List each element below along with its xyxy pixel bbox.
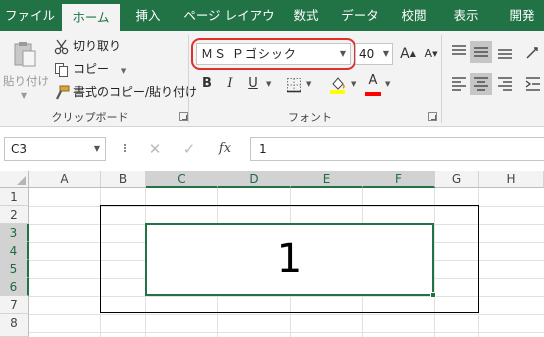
- row-header-3[interactable]: 3: [0, 224, 29, 242]
- down-arrow-icon: ▼: [432, 50, 438, 58]
- group-divider: [441, 35, 442, 123]
- chevron-down-icon[interactable]: ▼: [306, 80, 311, 88]
- confirm-icon[interactable]: ✓: [176, 137, 202, 161]
- column-header-a[interactable]: A: [29, 171, 101, 188]
- fill-color-icon[interactable]: [329, 75, 347, 95]
- format-painter-icon: [56, 85, 70, 99]
- chevron-down-icon[interactable]: ▼: [266, 80, 271, 88]
- column-header-e[interactable]: E: [291, 171, 363, 188]
- align-left-icon[interactable]: [450, 75, 468, 93]
- formula-value: 1: [259, 142, 267, 156]
- row-header-5[interactable]: 5: [0, 260, 29, 278]
- cancel-icon[interactable]: ✕: [142, 137, 168, 161]
- tab-data[interactable]: データ: [334, 0, 386, 31]
- indent-icon[interactable]: [524, 75, 542, 93]
- font-color-glyph: A: [368, 73, 378, 88]
- format-painter-label: 書式のコピー/貼り付け: [73, 85, 198, 99]
- row-header-6[interactable]: 6: [0, 278, 29, 296]
- formula-input[interactable]: 1: [250, 137, 544, 161]
- paste-label: 貼り付け: [3, 74, 49, 88]
- gridline: [29, 332, 544, 333]
- tab-review[interactable]: 校閲: [392, 0, 436, 31]
- clipboard-launcher-icon[interactable]: [179, 112, 188, 121]
- row-header-8[interactable]: 8: [0, 314, 29, 337]
- orientation-icon[interactable]: [524, 43, 542, 61]
- resize-handle-icon[interactable]: [124, 143, 128, 155]
- row-header-4[interactable]: 4: [0, 242, 29, 260]
- font-launcher-icon[interactable]: [428, 112, 437, 121]
- tab-insert[interactable]: 挿入: [124, 0, 172, 31]
- align-middle-button[interactable]: [470, 41, 492, 63]
- font-color-swatch: [365, 92, 381, 96]
- tab-home[interactable]: ホーム: [62, 4, 120, 31]
- row-header-1[interactable]: 1: [0, 188, 29, 206]
- insert-function-button[interactable]: fx: [212, 137, 238, 161]
- tab-page-layout[interactable]: ページ レイアウト: [178, 0, 280, 54]
- cut-button[interactable]: 切り取り: [54, 36, 121, 56]
- font-color-button[interactable]: A: [362, 71, 384, 91]
- chevron-down-icon[interactable]: ▼: [121, 67, 126, 75]
- row-header-2[interactable]: 2: [0, 206, 29, 224]
- align-middle-icon: [474, 47, 488, 57]
- border-icon[interactable]: [286, 77, 302, 93]
- align-bottom-icon[interactable]: [496, 43, 514, 61]
- worksheet-grid: A B C D E F G H 1 2 3 4 5 6 7 8 1: [0, 171, 544, 337]
- grow-font-glyph: A: [400, 46, 410, 62]
- bold-button[interactable]: B: [196, 73, 218, 95]
- font-size-combobox[interactable]: 40 ▼: [355, 43, 393, 65]
- row-header-7[interactable]: 7: [0, 296, 29, 314]
- gridline: [29, 314, 544, 315]
- shrink-font-button[interactable]: A▼: [420, 43, 442, 65]
- chevron-down-icon[interactable]: ▼: [351, 80, 356, 88]
- tab-file[interactable]: ファイル: [0, 0, 60, 31]
- align-top-icon[interactable]: [450, 43, 468, 61]
- font-group-label: フォント: [288, 111, 332, 124]
- chevron-down-icon[interactable]: ▼: [383, 44, 389, 64]
- align-center-button[interactable]: [470, 73, 492, 95]
- tab-developer[interactable]: 開発: [500, 0, 544, 31]
- cut-label: 切り取り: [73, 39, 122, 53]
- fill-handle[interactable]: [430, 292, 436, 298]
- name-box[interactable]: C3 ▼: [4, 137, 106, 161]
- clipboard-icon: [14, 42, 36, 67]
- column-header-b[interactable]: B: [101, 171, 146, 188]
- shrink-font-glyph: A: [424, 47, 433, 60]
- select-all-button[interactable]: [0, 171, 29, 188]
- underline-button[interactable]: U: [242, 73, 264, 95]
- copy-label: コピー: [73, 62, 110, 76]
- ribbon-tab-bar: ファイル ホーム 挿入 ページ レイアウト 数式 データ 校閲 表示 開発: [0, 0, 544, 54]
- column-header-d[interactable]: D: [218, 171, 291, 188]
- align-center-icon: [474, 77, 488, 91]
- font-size-value: 40: [359, 47, 375, 61]
- name-box-value: C3: [11, 142, 28, 156]
- highlight-annotation: [191, 38, 356, 70]
- italic-button[interactable]: I: [219, 73, 241, 95]
- formula-buttons: ✕ ✓ fx: [136, 137, 248, 161]
- formula-bar: C3 ▼ ✕ ✓ fx 1: [0, 127, 544, 171]
- tab-view[interactable]: 表示: [444, 0, 488, 31]
- ribbon: 貼り付け ▼ 切り取り コピー ▼ 書式のコピー/貼り付け クリップボード ＭＳ…: [0, 31, 544, 127]
- merged-cell-c3[interactable]: 1: [145, 223, 434, 296]
- format-painter-button[interactable]: 書式のコピー/貼り付け: [54, 82, 197, 102]
- scissors-icon: [54, 39, 69, 54]
- column-header-f[interactable]: F: [363, 171, 435, 188]
- grow-font-button[interactable]: A▲: [397, 43, 419, 65]
- copy-button[interactable]: コピー ▼: [54, 59, 126, 79]
- align-right-icon[interactable]: [496, 75, 514, 93]
- chevron-down-icon[interactable]: ▼: [94, 138, 100, 160]
- column-header-c[interactable]: C: [146, 171, 218, 188]
- chevron-down-icon[interactable]: ▼: [385, 80, 390, 88]
- column-header-h[interactable]: H: [479, 171, 544, 188]
- paste-button[interactable]: 貼り付け ▼: [3, 37, 49, 107]
- clipboard-group-label: クリップボード: [51, 111, 129, 124]
- group-divider: [188, 35, 189, 123]
- column-header-g[interactable]: G: [435, 171, 479, 188]
- tab-formulas[interactable]: 数式: [284, 0, 328, 31]
- copy-icon: [55, 62, 68, 77]
- cell-value: 1: [276, 236, 303, 282]
- up-arrow-icon: ▲: [409, 49, 416, 58]
- chevron-down-icon[interactable]: ▼: [21, 91, 27, 100]
